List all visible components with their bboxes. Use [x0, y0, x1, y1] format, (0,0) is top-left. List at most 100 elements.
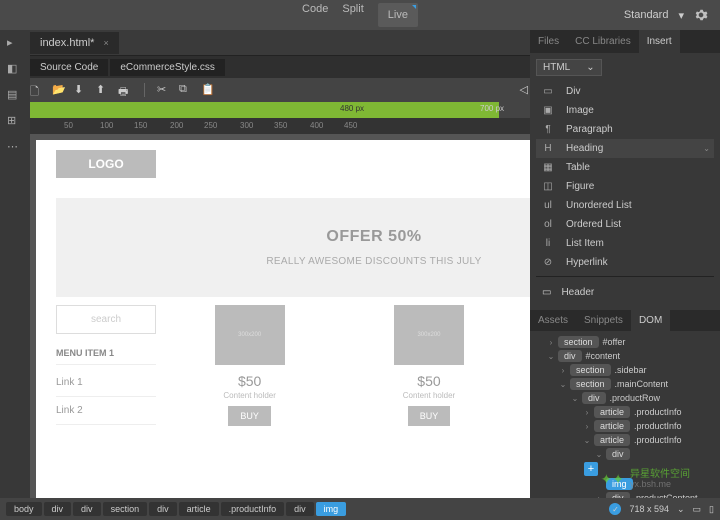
insert-label: Figure — [566, 181, 594, 192]
twisty-icon[interactable]: ⌄ — [570, 394, 580, 403]
insert-ul[interactable]: ulUnordered List — [536, 196, 714, 215]
file-management-icon[interactable]: ▸ — [7, 36, 23, 52]
device-icon[interactable]: ▭ — [693, 504, 702, 515]
paste-icon[interactable]: 📋 — [201, 83, 215, 97]
dom-node-offer[interactable]: ›section #offer — [532, 335, 718, 349]
twisty-icon[interactable]: › — [546, 338, 556, 347]
figure-icon: ◫ — [540, 181, 556, 192]
insert-li[interactable]: liList Item — [536, 234, 714, 253]
right-panel: Files CC Libraries Insert HTML ▭Div ▣Ima… — [530, 30, 720, 498]
product-price: $50 — [210, 373, 290, 389]
snippets-tab[interactable]: Snippets — [576, 310, 631, 331]
selector-text: .productInfo — [634, 435, 682, 445]
workspace-dropdown-icon[interactable]: ▾ — [678, 9, 684, 22]
tag-pill: article — [594, 420, 630, 432]
more-icon[interactable]: ⋯ — [7, 140, 23, 156]
dom-node-add[interactable]: + — [532, 461, 718, 477]
viewport-dropdown-icon[interactable]: ⌄ — [677, 504, 685, 515]
add-node-button[interactable]: + — [584, 462, 598, 476]
insert-category-dropdown[interactable]: HTML — [536, 59, 602, 76]
logo-placeholder[interactable]: LOGO — [56, 150, 156, 178]
cut-icon[interactable]: ✂ — [157, 83, 171, 97]
insert-table[interactable]: ▦Table — [536, 158, 714, 177]
bc-div[interactable]: div — [44, 502, 72, 516]
insert-tab[interactable]: Insert — [639, 30, 680, 53]
bc-body[interactable]: body — [6, 502, 42, 516]
source-code-tab[interactable]: Source Code — [30, 59, 108, 76]
dom-node-article2[interactable]: ›article.productInfo — [532, 419, 718, 433]
search-input[interactable]: search — [56, 305, 156, 334]
twisty-icon[interactable]: ⌄ — [558, 380, 568, 389]
insert-hyperlink[interactable]: ⊘Hyperlink — [536, 253, 714, 272]
workspace-switcher[interactable]: Standard — [624, 9, 669, 21]
close-icon[interactable]: × — [103, 38, 108, 48]
dom-node-pc[interactable]: ›div.productContent — [532, 491, 718, 498]
insert-heading[interactable]: HHeading⌄ — [536, 139, 714, 158]
insert-header[interactable]: ▭ Header — [536, 281, 714, 304]
product-image-placeholder[interactable]: 300x200 — [394, 305, 464, 365]
product-image-placeholder[interactable]: 300x200 — [215, 305, 285, 365]
buy-button[interactable]: BUY — [408, 406, 451, 426]
settings-gear-icon[interactable] — [694, 8, 708, 22]
twisty-icon[interactable]: › — [582, 422, 592, 431]
twisty-icon[interactable]: ⌄ — [594, 450, 604, 459]
tag-pill: section — [558, 336, 599, 348]
phone-icon[interactable]: ▯ — [709, 504, 714, 515]
live-view-tab[interactable]: Live — [378, 3, 418, 27]
new-file-icon[interactable]: 🗋 — [30, 83, 44, 97]
twisty-icon[interactable]: › — [558, 366, 568, 375]
dom-node-row[interactable]: ⌄div.productRow — [532, 391, 718, 405]
libraries-icon[interactable]: ▤ — [7, 88, 23, 104]
bc-productinfo[interactable]: .productInfo — [221, 502, 285, 516]
dom-node-content[interactable]: ⌄div#content — [532, 349, 718, 363]
insert-div[interactable]: ▭Div — [536, 82, 714, 101]
sidebar-link-2[interactable]: Link 2 — [56, 397, 156, 425]
cc-libraries-tab[interactable]: CC Libraries — [567, 30, 639, 53]
twisty-icon[interactable]: ⌄ — [582, 436, 592, 445]
bc-article[interactable]: article — [179, 502, 219, 516]
buy-button[interactable]: BUY — [228, 406, 271, 426]
twisty-icon[interactable]: ⌄ — [546, 352, 556, 361]
stylesheet-tab[interactable]: eCommerceStyle.css — [110, 59, 224, 76]
download-icon[interactable]: ⬇ — [74, 83, 88, 97]
bc-section[interactable]: section — [103, 502, 148, 516]
print-icon[interactable]: 🖶 — [118, 83, 132, 97]
bc-div[interactable]: div — [73, 502, 101, 516]
extract-icon[interactable]: ◧ — [7, 62, 23, 78]
insert-paragraph[interactable]: ¶Paragraph — [536, 120, 714, 139]
tag-pill: section — [570, 378, 611, 390]
insert-image[interactable]: ▣Image — [536, 101, 714, 120]
file-tab-index[interactable]: index.html* × — [30, 32, 119, 54]
separator — [144, 83, 145, 97]
dom-node-article3[interactable]: ⌄article.productInfo — [532, 433, 718, 447]
dom-node-sidebar[interactable]: ›section.sidebar — [532, 363, 718, 377]
twisty-icon[interactable]: › — [582, 408, 592, 417]
product-card[interactable]: 300x200 $50 Content holder BUY — [389, 305, 469, 426]
product-card[interactable]: 300x200 $50 Content holder BUY — [210, 305, 290, 426]
dom-tab[interactable]: DOM — [631, 310, 670, 331]
sidebar-link-1[interactable]: Link 1 — [56, 369, 156, 397]
insert-label: Header — [561, 287, 594, 298]
dom-node-div-inner[interactable]: ⌄div — [532, 447, 718, 461]
open-folder-icon[interactable]: 📂 — [52, 83, 66, 97]
files-tab[interactable]: Files — [530, 30, 567, 53]
code-view-tab[interactable]: Code — [302, 3, 328, 27]
copy-icon[interactable]: ⧉ — [179, 83, 193, 97]
bc-div[interactable]: div — [286, 502, 314, 516]
wireframe-sidebar: search MENU ITEM 1 Link 1 Link 2 — [56, 305, 156, 426]
selector-text: #offer — [603, 337, 626, 347]
dom-node-article1[interactable]: ›article.productInfo — [532, 405, 718, 419]
bc-div[interactable]: div — [149, 502, 177, 516]
header-icon: ▭ — [542, 287, 551, 298]
insert-figure[interactable]: ◫ Figure — [536, 177, 714, 196]
insert-icon[interactable]: ⊞ — [7, 114, 23, 130]
insert-ol[interactable]: olOrdered List — [536, 215, 714, 234]
assets-tab[interactable]: Assets — [530, 310, 576, 331]
dom-node-main[interactable]: ⌄section.mainContent — [532, 377, 718, 391]
upload-icon[interactable]: ⬆ — [96, 83, 110, 97]
selector-text: #content — [586, 351, 621, 361]
bc-img[interactable]: img — [316, 502, 347, 516]
split-view-tab[interactable]: Split — [342, 3, 363, 27]
status-ok-icon[interactable]: ✓ — [609, 503, 621, 515]
dom-node-img[interactable]: img — [532, 477, 718, 491]
